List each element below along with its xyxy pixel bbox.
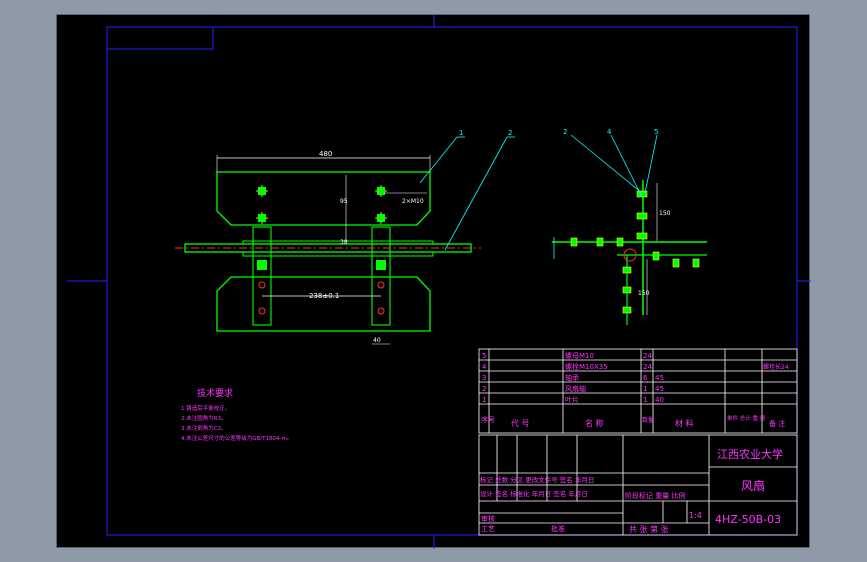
bom-row-5-no: 1 (482, 396, 486, 404)
bom-row-3-name: 轴承 (565, 373, 579, 382)
bom-row-5-qty: 1 (643, 396, 647, 404)
dim-top-width: 480 (319, 150, 332, 158)
bom-row-3-qty: 6 (643, 374, 648, 382)
bom-row-2-name: 螺栓M10X35 (565, 362, 608, 371)
school-name: 江西农业大学 (717, 447, 783, 461)
bom-header-note: 备 注 (769, 419, 785, 428)
inner-border (106, 26, 798, 536)
part-label-2b: 2 (563, 128, 567, 136)
bom-row-4-qty: 1 (643, 385, 647, 393)
part-label-1: 1 (459, 129, 463, 137)
tech-req-line-2: 2.未注圆角为R3。 (181, 414, 227, 422)
lower-blade (216, 276, 431, 332)
bom-row-4-name: 风扇轴 (565, 384, 586, 393)
front-view: 480 95 38 2×M10 238±0.1 40 1 2 (175, 129, 515, 345)
process-label: 工艺 (481, 525, 495, 533)
bom-row-3-no: 3 (482, 374, 486, 382)
dim-side-a: 150 (659, 210, 671, 217)
bom-row-2-no: 4 (482, 363, 487, 371)
bom-header-qty: 数量 (642, 416, 654, 424)
hub-right (371, 226, 391, 326)
tech-requirements: 技术要求 1.铸造后平衡校正。 2.未注圆角为R3。 3.未注倒角为C2。 4.… (181, 387, 292, 442)
drawing-frame: 480 95 38 2×M10 238±0.1 40 1 2 150 150 2… (56, 14, 811, 549)
approve-label: 批准 (551, 524, 565, 533)
dim-hole-label: 2×M10 (402, 198, 424, 205)
review-label: 审核 (481, 514, 495, 523)
drawing-number: 4HZ-50B-03 (715, 513, 781, 526)
bom-row-2-qty: 24 (643, 363, 652, 371)
dim-side-b: 150 (638, 290, 650, 297)
bom-row-5-material: 40 (655, 396, 664, 404)
part-label-5: 5 (654, 128, 658, 136)
tech-req-heading: 技术要求 (197, 387, 233, 399)
title-row-1: 标记 处数 分区 更改文件号 签名 年月日 (480, 475, 594, 484)
bom-table: 5 螺母M10 24 4 螺栓M10X35 24 螺栓长24 3 轴承 6 45… (478, 348, 798, 434)
bom-row-4-no: 2 (482, 385, 486, 393)
bom-row-1-name: 螺母M10 (565, 351, 594, 360)
hub-left (252, 226, 272, 326)
code-box (106, 26, 214, 50)
sheet-label: 共 张 第 张 (629, 524, 669, 534)
tech-req-line-4: 4.未注公差尺寸的公差等级为GB/T1804-m。 (181, 434, 292, 442)
bom-row-3-material: 45 (655, 374, 664, 382)
cad-drawing: 480 95 38 2×M10 238±0.1 40 1 2 150 150 2… (67, 15, 811, 549)
bom-row-1-qty: 24 (643, 352, 652, 360)
side-view: 150 150 2 4 5 (552, 128, 707, 325)
part-label-2: 2 (508, 129, 512, 137)
upper-blade (216, 171, 431, 226)
bom-header-name: 名 称 (585, 418, 604, 428)
drawing-title: 风扇 (741, 478, 765, 493)
title-row-2: 设计 签名 标准化 年月日 签名 年月日 (480, 489, 588, 498)
part-label-4: 4 (607, 128, 612, 136)
mark-headers: 阶段标记 重量 比例 (625, 491, 685, 500)
dim-bottom-width: 40 (373, 337, 381, 344)
dim-center-distance: 238±0.1 (309, 292, 339, 300)
bom-header-code: 代 号 (511, 418, 530, 428)
bom-header-weight: 单件 总计 重 量 (727, 414, 766, 422)
tech-req-line-1: 1.铸造后平衡校正。 (181, 404, 230, 412)
title-block: 江西农业大学 风扇 4HZ-50B-03 标记 处数 分区 更改文件号 签名 年… (478, 434, 798, 536)
bom-row-2-note: 螺栓长24 (763, 363, 789, 371)
bom-header-no: 序号 (481, 415, 495, 424)
dim-gap: 38 (340, 239, 348, 246)
tech-req-line-3: 3.未注倒角为C2。 (181, 424, 227, 432)
dim-plate-height: 95 (340, 198, 348, 205)
bom-row-1-no: 5 (482, 352, 486, 360)
bom-row-5-name: 叶片 (565, 395, 579, 404)
bom-header-material: 材 料 (675, 418, 694, 428)
bom-row-4-material: 45 (655, 385, 664, 393)
scale: 1:4 (689, 511, 702, 520)
